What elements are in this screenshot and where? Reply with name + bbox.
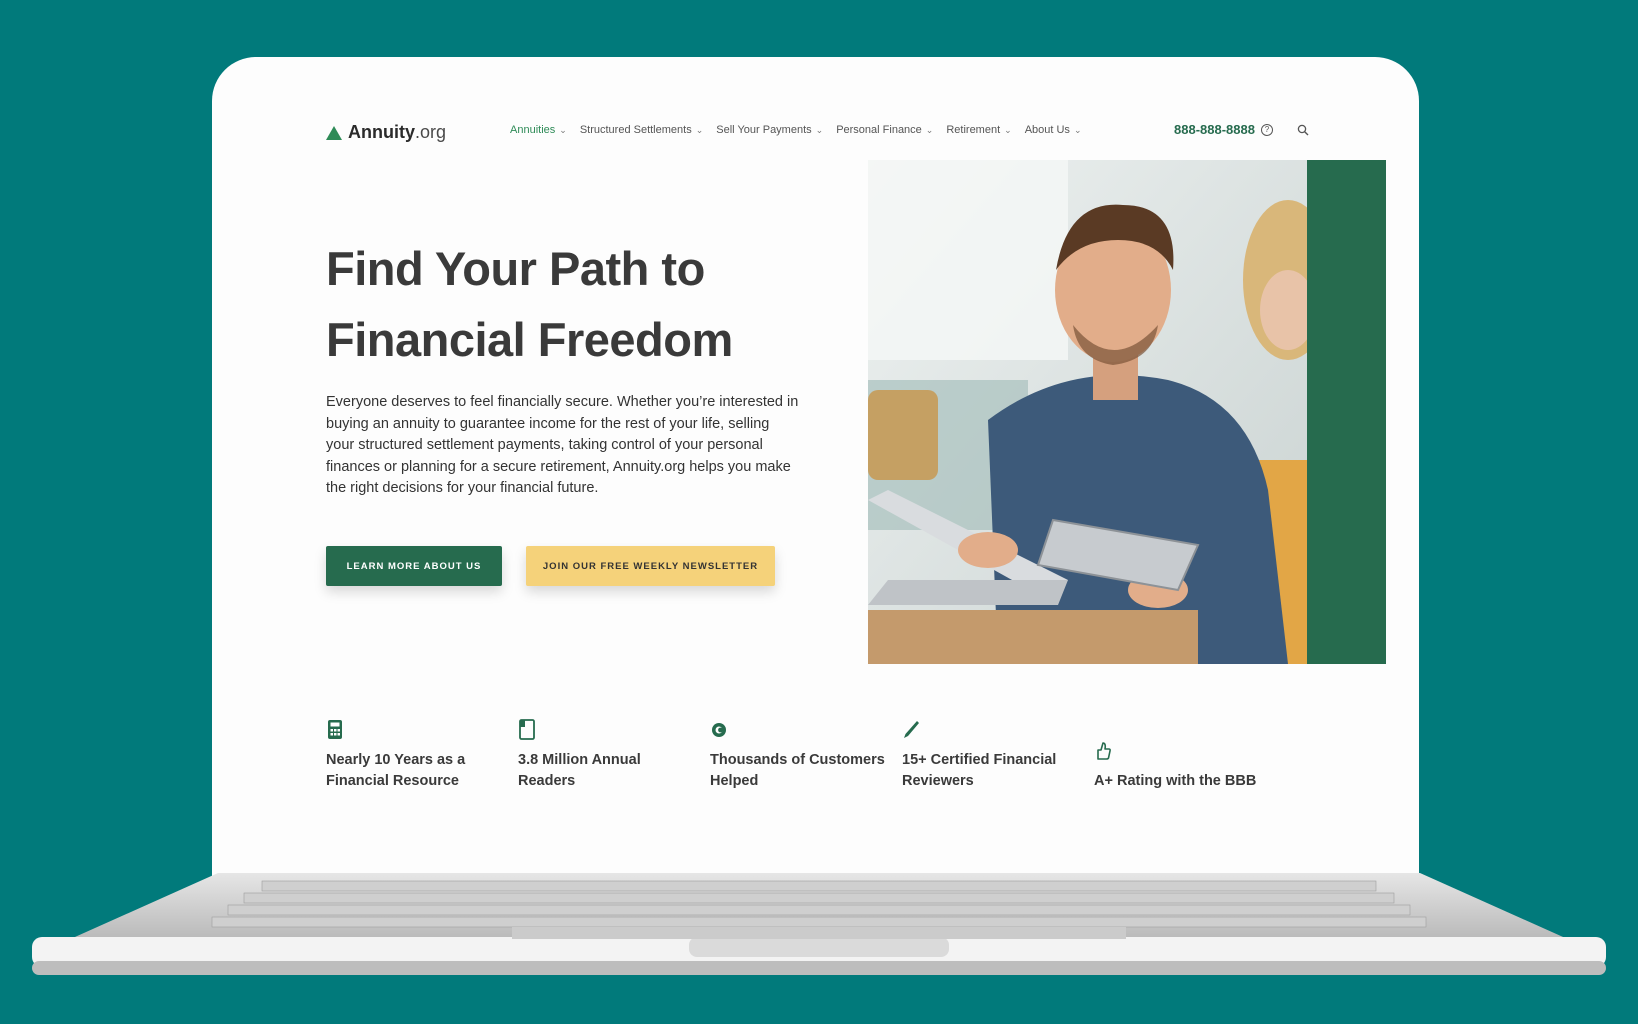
laptop-base	[32, 873, 1606, 975]
hero-title-line2: Financial Freedom	[326, 304, 739, 375]
nav-item-personal-finance[interactable]: Personal Finance ⌄	[836, 124, 933, 136]
thumbs-up-icon	[1097, 742, 1111, 760]
stat-item: Nearly 10 Years as a Financial Resource	[326, 719, 506, 792]
stat-item: 15+ Certified Financial Reviewers	[902, 719, 1082, 792]
newsletter-button[interactable]: JOIN OUR FREE WEEKLY NEWSLETTER	[526, 546, 775, 586]
stat-item: 3.8 Million Annual Readers	[518, 719, 698, 792]
hero-photo	[868, 160, 1307, 664]
customers-icon	[712, 723, 726, 737]
accent-bar	[1307, 160, 1386, 664]
logo-text: Annuity.org	[348, 122, 447, 142]
hero-title: Find Your Path to Financial Freedom	[326, 233, 739, 375]
stat-item: A+ Rating with the BBB	[1094, 719, 1274, 792]
nav-item-structured-settlements[interactable]: Structured Settlements ⌄	[580, 124, 703, 136]
stat-label: 15+ Certified Financial Reviewers	[902, 752, 1057, 789]
pen-icon	[904, 721, 919, 738]
book-icon	[519, 719, 535, 740]
nav-item-retirement[interactable]: Retirement ⌄	[946, 124, 1011, 136]
chevron-down-icon: ⌄	[1073, 124, 1082, 135]
hero-description: Everyone deserves to feel financially se…	[326, 394, 799, 496]
stats-row: Nearly 10 Years as a Financial Resource …	[326, 719, 1326, 809]
website: Annuity.org Annuities ⌄ Structured Settle…	[212, 57, 1419, 889]
learn-more-button[interactable]: LEARN MORE ABOUT US	[326, 546, 502, 586]
stat-item: Thousands of Customers Helped	[710, 719, 890, 792]
stat-label: A+ Rating with the BBB	[1094, 773, 1257, 789]
chevron-down-icon: ⌄	[695, 124, 704, 135]
stat-label: Thousands of Customers Helped	[710, 752, 885, 789]
chevron-down-icon: ⌄	[925, 124, 934, 135]
nav-item-sell-your-payments[interactable]: Sell Your Payments ⌄	[716, 124, 823, 136]
nav-item-annuities[interactable]: Annuities ⌄	[510, 124, 567, 136]
hero-title-line1: Find Your Path to	[326, 242, 705, 295]
help-icon[interactable]: ?	[1260, 123, 1273, 136]
calculator-icon	[328, 720, 342, 739]
search-icon[interactable]	[1297, 124, 1309, 136]
laptop-screen: Annuity.org Annuities ⌄ Structured Settle…	[212, 57, 1419, 889]
nav-item-about-us[interactable]: About Us ⌄	[1025, 124, 1082, 136]
logo-triangle-icon	[326, 125, 342, 140]
chevron-down-icon: ⌄	[559, 124, 567, 135]
chevron-down-icon: ⌄	[815, 124, 824, 135]
stat-label: Nearly 10 Years as a Financial Resource	[326, 752, 466, 789]
stat-label: 3.8 Million Annual Readers	[518, 752, 641, 789]
site-logo[interactable]: Annuity.org	[326, 122, 446, 143]
phone-number[interactable]: 888-888-8888 ?	[1174, 122, 1273, 137]
chevron-down-icon: ⌄	[1004, 124, 1012, 135]
main-nav: Annuities ⌄ Structured Settlements ⌄ Sell …	[510, 124, 1094, 136]
